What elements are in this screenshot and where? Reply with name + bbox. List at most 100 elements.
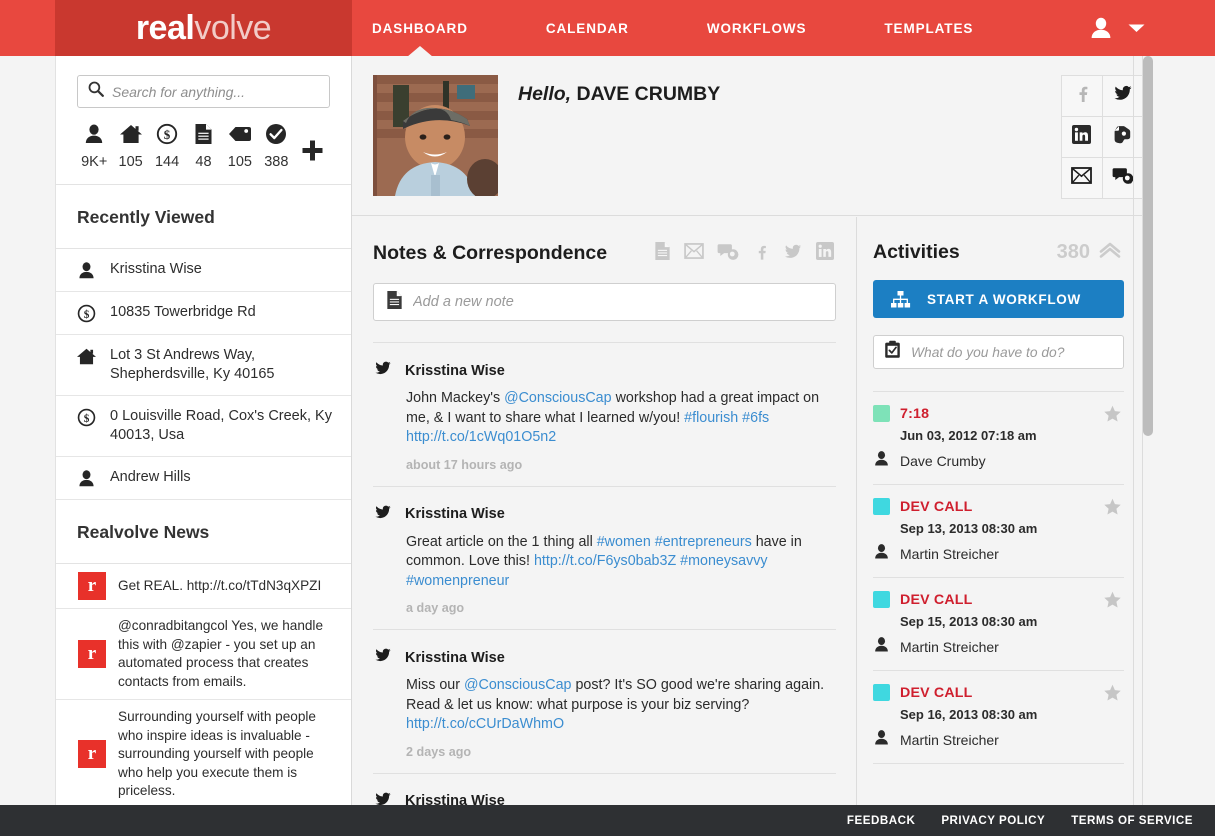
social-email-button[interactable] — [1061, 157, 1103, 199]
realvolve-badge-icon: r — [78, 740, 106, 768]
svg-text:$: $ — [83, 309, 89, 321]
search-box[interactable] — [77, 75, 330, 108]
search-input[interactable] — [112, 84, 319, 100]
social-linkedin-button[interactable] — [1061, 116, 1103, 158]
stat-transactions[interactable]: $ 144 — [149, 121, 185, 170]
stat-tasks[interactable]: 388 — [258, 121, 294, 170]
list-item[interactable]: $ 0 Louisville Road, Cox's Creek, Ky 400… — [56, 396, 351, 457]
sms-icon[interactable] — [717, 242, 739, 266]
note-item[interactable]: Krisstina Wise Great article on the 1 th… — [373, 486, 836, 630]
contact-icon — [873, 543, 890, 565]
list-item[interactable]: Krisstina Wise — [56, 249, 351, 292]
contact-icon — [873, 636, 890, 658]
contact-icon — [83, 121, 105, 147]
nav-tab-templates[interactable]: TEMPLATES — [864, 0, 993, 56]
stats-row: 9K+ 105 $ 144 48 — [56, 108, 351, 170]
new-note-input-box[interactable] — [373, 283, 836, 321]
recently-viewed-title: Recently Viewed — [56, 184, 351, 249]
nav-tab-dashboard[interactable]: DASHBOARD — [352, 0, 488, 56]
note-timestamp: about 17 hours ago — [406, 458, 836, 472]
star-icon[interactable] — [1103, 684, 1122, 707]
start-workflow-button[interactable]: START A WORKFLOW — [873, 280, 1124, 318]
stat-properties[interactable]: 105 — [112, 121, 148, 170]
note-type-filter-icons — [654, 241, 836, 266]
list-item[interactable]: r Surrounding yourself with people who i… — [56, 700, 351, 810]
search-icon — [88, 81, 104, 102]
social-links-grid — [1061, 75, 1144, 198]
main-content: Hello, DAVE CRUMBY — [352, 56, 1215, 836]
activity-person: Martin Streicher — [900, 546, 999, 562]
star-icon[interactable] — [1103, 498, 1122, 521]
dollar-circle-icon: $ — [75, 407, 97, 427]
stat-contacts-count: 9K+ — [81, 154, 107, 170]
footer-link-feedback[interactable]: FEEDBACK — [847, 814, 915, 827]
activity-row-person: Martin Streicher — [873, 636, 1124, 658]
nav-tab-calendar[interactable]: CALENDAR — [526, 0, 649, 56]
social-sms-button[interactable] — [1102, 157, 1144, 199]
list-item[interactable]: $ 10835 Towerbridge Rd — [56, 292, 351, 335]
twitter-icon — [373, 503, 393, 526]
page-scrollbar-thumb[interactable] — [1143, 60, 1153, 385]
star-icon[interactable] — [1103, 405, 1122, 428]
linkedin-icon[interactable] — [816, 242, 834, 265]
chevron-up-icon[interactable] — [1099, 242, 1121, 263]
new-note-input[interactable] — [413, 294, 823, 310]
stat-contacts[interactable]: 9K+ — [76, 121, 112, 170]
activity-title: 7:18 — [900, 406, 929, 422]
page-title: Hello, DAVE CRUMBY — [518, 83, 720, 106]
list-item-label: Surrounding yourself with people who ins… — [118, 708, 337, 801]
activity-color-swatch — [873, 684, 890, 701]
activity-item[interactable]: DEV CALL Sep 16, 2013 08:30 am Martin St… — [873, 670, 1124, 763]
note-icon[interactable] — [654, 241, 671, 266]
new-task-input[interactable] — [911, 345, 1113, 360]
stat-documents[interactable]: 48 — [185, 121, 221, 170]
social-evernote-button[interactable] — [1102, 116, 1144, 158]
list-item-label: 10835 Towerbridge Rd — [110, 303, 256, 322]
nav-tab-workflows[interactable]: WORKFLOWS — [687, 0, 827, 56]
note-item[interactable]: Krisstina Wise John Mackey's @ConsciousC… — [373, 342, 836, 486]
user-menu[interactable] — [1088, 0, 1145, 56]
activity-item[interactable]: DEV CALL Sep 15, 2013 08:30 am Martin St… — [873, 577, 1124, 670]
note-header: Krisstina Wise — [373, 503, 836, 526]
list-item-label: Andrew Hills — [110, 468, 191, 487]
chevron-down-icon — [1128, 23, 1145, 33]
activity-row-title: DEV CALL — [873, 684, 1124, 701]
social-facebook-button[interactable] — [1061, 75, 1103, 117]
footer-link-privacy-policy[interactable]: PRIVACY POLICY — [941, 814, 1045, 827]
activity-date: Sep 15, 2013 08:30 am — [900, 614, 1124, 629]
stat-tasks-count: 388 — [264, 154, 288, 170]
list-item[interactable]: Andrew Hills — [56, 457, 351, 500]
stat-tags[interactable]: 105 — [222, 121, 258, 170]
activity-item[interactable]: DEV CALL Sep 13, 2013 08:30 am Martin St… — [873, 484, 1124, 577]
svg-text:$: $ — [164, 127, 171, 142]
search-section — [56, 56, 351, 108]
realvolve-badge-icon: r — [78, 640, 106, 668]
note-item[interactable]: Krisstina Wise Miss our @ConsciousCap po… — [373, 629, 836, 773]
stat-properties-count: 105 — [119, 154, 143, 170]
note-author: Krisstina Wise — [405, 650, 505, 666]
list-item[interactable]: r @conradbitangcol Yes, we handle this w… — [56, 609, 351, 700]
profile-header: Hello, DAVE CRUMBY — [352, 56, 1144, 216]
list-item[interactable]: Lot 3 St Andrews Way, Shepherdsville, Ky… — [56, 335, 351, 396]
new-task-input-box[interactable] — [873, 335, 1124, 369]
brand-logo-light: volve — [194, 9, 271, 47]
note-author: Krisstina Wise — [405, 506, 505, 522]
activity-row-person: Dave Crumby — [873, 450, 1124, 472]
notes-title: Notes & Correspondence — [373, 242, 607, 265]
add-new-button[interactable] — [295, 137, 331, 170]
avatar — [373, 75, 498, 196]
email-icon[interactable] — [684, 243, 704, 264]
list-item[interactable]: r Get REAL. http://t.co/tTdN3qXPZI — [56, 564, 351, 609]
twitter-icon[interactable] — [783, 242, 803, 266]
star-icon[interactable] — [1103, 591, 1122, 614]
activity-item[interactable]: 7:18 Jun 03, 2012 07:18 am Dave Crumby — [873, 391, 1124, 484]
list-item-label: Krisstina Wise — [110, 260, 202, 279]
twitter-icon — [373, 646, 393, 669]
brand-logo[interactable]: realvolve — [55, 0, 352, 56]
footer-link-terms-of-service[interactable]: TERMS OF SERVICE — [1071, 814, 1193, 827]
facebook-icon[interactable] — [752, 242, 770, 266]
main-nav: DASHBOARD CALENDAR WORKFLOWS TEMPLATES — [352, 0, 993, 56]
notes-list: Krisstina Wise John Mackey's @ConsciousC… — [373, 342, 836, 836]
social-twitter-button[interactable] — [1102, 75, 1144, 117]
activity-title: DEV CALL — [900, 499, 973, 515]
